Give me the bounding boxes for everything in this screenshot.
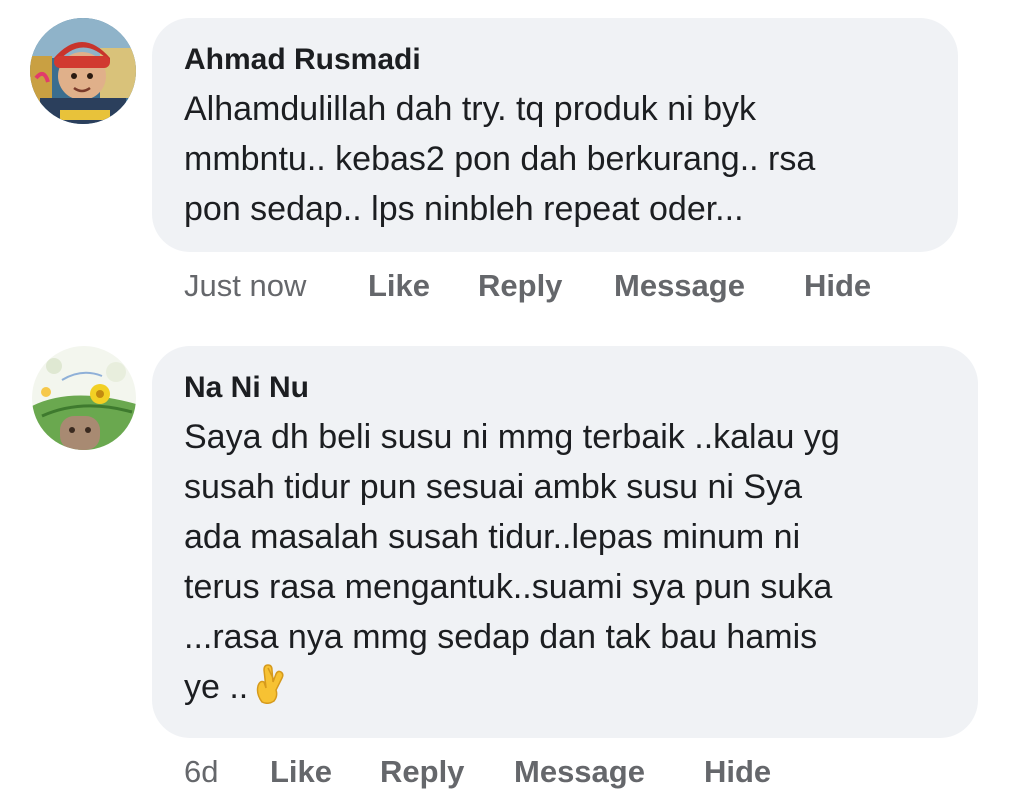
comment-text-line: Saya dh beli susu ni mmg terbaik ..kalau… — [184, 418, 840, 456]
comment-text-line: terus rasa mengantuk..suami sya pun suka — [184, 568, 833, 606]
comment-actions: Just now Like Reply Message Hide — [184, 266, 944, 306]
comment-bubble: Ahmad Rusmadi Alhamdulillah dah try. tq … — [152, 18, 958, 252]
message-button[interactable]: Message — [514, 752, 645, 792]
hide-button[interactable]: Hide — [804, 266, 871, 306]
comment-text-line: pon sedap.. lps ninbleh repeat oder... — [184, 190, 744, 228]
avatar[interactable] — [30, 18, 136, 124]
hide-button[interactable]: Hide — [704, 752, 771, 792]
comment-text: Saya dh beli susu ni mmg terbaik ..kalau… — [184, 412, 840, 718]
avatar-photo-icon — [30, 18, 136, 124]
comment-timestamp: Just now — [184, 268, 307, 303]
comment-bubble: Na Ni Nu Saya dh beli susu ni mmg terbai… — [152, 346, 978, 738]
comment-timestamp: 6d — [184, 754, 219, 789]
comment-ahmad-rusmadi: Ahmad Rusmadi Alhamdulillah dah try. tq … — [0, 0, 1024, 320]
like-button[interactable]: Like — [368, 266, 430, 306]
comment-text-fragment: ye .. — [184, 668, 249, 706]
reply-button[interactable]: Reply — [478, 266, 562, 306]
comment-author[interactable]: Ahmad Rusmadi — [184, 42, 421, 78]
reply-button[interactable]: Reply — [380, 752, 464, 792]
comment-text-line: mmbntu.. kebas2 pon dah berkurang.. rsa — [184, 140, 816, 178]
message-button[interactable]: Message — [614, 266, 745, 306]
comment-text-line: susah tidur pun sesuai ambk susu ni Sya — [184, 468, 803, 506]
comment-text-line: Alhamdulillah dah try. tq produk ni byk — [184, 90, 757, 128]
avatar-illustration-icon — [32, 346, 136, 450]
comment-actions: 6d Like Reply Message Hide — [184, 752, 824, 792]
comment-text-line: ada masalah susah tidur..lepas minum ni — [184, 518, 801, 556]
comment-text: Alhamdulillah dah try. tq produk ni byk … — [184, 84, 815, 234]
comment-author[interactable]: Na Ni Nu — [184, 370, 309, 406]
avatar[interactable] — [32, 346, 136, 450]
comment-text-line: ...rasa nya mmg sedap dan tak bau hamis — [184, 618, 818, 656]
comment-na-ni-nu: Na Ni Nu Saya dh beli susu ni mmg terbai… — [0, 330, 1024, 796]
comment-text-line-last: ye .. — [184, 662, 840, 718]
crossed-fingers-icon — [254, 664, 284, 718]
like-button[interactable]: Like — [270, 752, 332, 792]
